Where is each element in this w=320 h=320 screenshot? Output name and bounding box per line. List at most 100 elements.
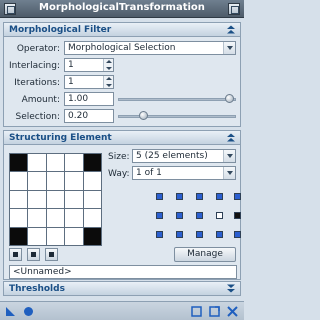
slider-thumb[interactable] [139,111,148,120]
grid-cell[interactable] [28,209,46,227]
selection-label: Selection: [15,112,60,122]
set-all-icon[interactable] [154,191,165,202]
grid-cell[interactable] [83,172,101,190]
section-header-structuring-element[interactable]: Structuring Element [3,130,241,145]
operator-combobox[interactable]: Morphological Selection [64,41,236,55]
slider-track [118,98,236,101]
reset-icon[interactable] [226,305,239,318]
grid-cell[interactable] [28,227,46,245]
grid-cell[interactable] [10,227,28,245]
section-title: Structuring Element [9,133,112,143]
window-title: MorphologicalTransformation [39,2,205,13]
morphological-filter-panel: Operator: Morphological Selection Interl… [3,37,241,127]
invert-icon[interactable] [232,210,243,221]
grid-cell[interactable] [65,209,83,227]
window-menu-icon[interactable] [4,3,16,15]
way-label: Way: [108,169,130,179]
iterations-spinbox[interactable]: 1 [64,75,114,89]
grid-cell[interactable] [46,209,65,227]
interlacing-label: Interlacing: [8,61,60,71]
section-header-morphological-filter[interactable]: Morphological Filter [3,22,241,37]
grid-cell[interactable] [46,227,65,245]
grid-cell[interactable] [46,190,65,209]
interlacing-spinbox[interactable]: 1 [64,58,114,72]
new-instance-icon[interactable] [4,305,17,318]
grid-cell[interactable] [83,227,101,245]
amount-value: 1.00 [68,94,89,104]
slider-track [118,115,236,118]
grid-cell[interactable] [10,154,28,172]
structuring-element-grid[interactable] [9,153,102,246]
grid-cell[interactable] [83,190,101,209]
spin-arrows-icon[interactable] [103,76,113,88]
element-name-value: <Unnamed> [13,267,72,277]
size-value: 5 (25 elements) [136,151,208,161]
grid-cell[interactable] [28,190,46,209]
collapse-icon[interactable] [226,25,236,34]
amount-slider[interactable] [118,93,236,105]
selection-slider[interactable] [118,110,236,122]
expand-icon[interactable] [226,284,236,293]
way-value: 1 of 1 [136,168,162,178]
flip-vertical-icon[interactable] [214,229,225,240]
add-way-icon[interactable] [9,248,22,261]
selection-value: 0.20 [68,111,89,121]
process-toolbar [0,301,244,320]
grid-cell[interactable] [10,209,28,227]
rotate-right-icon[interactable] [174,229,185,240]
diamond-icon[interactable] [232,191,243,202]
flip-horizontal-icon[interactable] [194,229,205,240]
amount-label: Amount: [21,95,60,105]
size-label: Size: [108,152,130,162]
section-header-thresholds[interactable]: Thresholds [3,281,241,296]
grid-cell[interactable] [28,154,46,172]
structuring-element-panel: Size: 5 (25 elements) Way: 1 of 1 Manage… [3,145,241,280]
duplicate-way-icon[interactable] [45,248,58,261]
horizontal-icon[interactable] [194,210,205,221]
apply-global-icon[interactable] [22,305,35,318]
grid-cell[interactable] [10,190,28,209]
iterations-label: Iterations: [14,78,60,88]
operator-label: Operator: [16,44,60,54]
section-title: Thresholds [9,284,65,294]
grid-cell[interactable] [65,172,83,190]
element-name-field[interactable]: <Unnamed> [9,265,237,279]
diagonal-icon[interactable] [174,210,185,221]
grid-cell[interactable] [83,209,101,227]
orthogonal-icon[interactable] [154,210,165,221]
selection-field[interactable]: 0.20 [64,109,114,123]
grid-cell[interactable] [10,172,28,190]
operator-value: Morphological Selection [68,43,176,53]
interlacing-value: 1 [68,60,74,70]
grid-cell[interactable] [28,172,46,190]
collapse-icon[interactable] [226,133,236,142]
real-time-preview-icon[interactable] [208,305,221,318]
window-shade-icon[interactable] [228,3,240,15]
clear-all-icon[interactable] [214,210,225,221]
set-column-icon[interactable] [194,191,205,202]
set-row-icon[interactable] [174,191,185,202]
grid-cell[interactable] [65,190,83,209]
iterations-value: 1 [68,77,74,87]
slider-thumb[interactable] [225,94,234,103]
size-combobox[interactable]: 5 (25 elements) [132,149,236,163]
manage-button[interactable]: Manage [174,247,236,262]
grid-cell[interactable] [46,154,65,172]
spin-arrows-icon[interactable] [103,59,113,71]
grid-cell[interactable] [65,227,83,245]
transpose-icon[interactable] [232,229,243,240]
circular-icon[interactable] [214,191,225,202]
amount-field[interactable]: 1.00 [64,92,114,106]
window-titlebar: MorphologicalTransformation [0,0,244,18]
chevron-down-icon [223,167,235,179]
chevron-down-icon [223,42,235,54]
section-title: Morphological Filter [9,25,112,35]
browse-documentation-icon[interactable] [190,305,203,318]
chevron-down-icon [223,150,235,162]
way-combobox[interactable]: 1 of 1 [132,166,236,180]
delete-way-icon[interactable] [27,248,40,261]
grid-cell[interactable] [46,172,65,190]
rotate-left-icon[interactable] [154,229,165,240]
grid-cell[interactable] [83,154,101,172]
grid-cell[interactable] [65,154,83,172]
